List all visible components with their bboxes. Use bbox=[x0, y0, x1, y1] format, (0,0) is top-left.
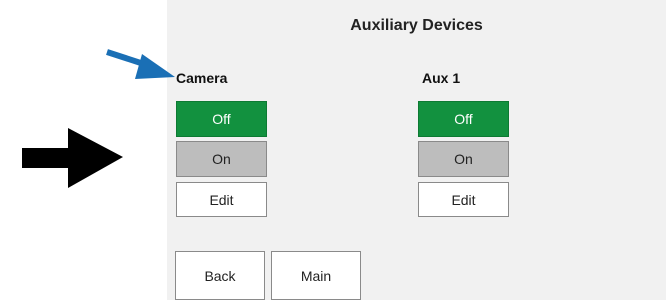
aux1-edit-button[interactable]: Edit bbox=[418, 182, 509, 217]
camera-label: Camera bbox=[176, 70, 228, 86]
aux1-label: Aux 1 bbox=[422, 70, 461, 86]
aux1-on-button[interactable]: On bbox=[418, 141, 509, 177]
camera-off-button[interactable]: Off bbox=[176, 101, 267, 137]
page-title: Auxiliary Devices bbox=[350, 17, 483, 34]
back-button[interactable]: Back bbox=[175, 251, 265, 300]
aux1-off-button[interactable]: Off bbox=[418, 101, 509, 137]
blue-arrow-icon bbox=[106, 49, 175, 79]
camera-edit-button[interactable]: Edit bbox=[176, 182, 267, 217]
main-button[interactable]: Main bbox=[271, 251, 361, 300]
black-arrow-icon bbox=[22, 128, 123, 188]
camera-on-button[interactable]: On bbox=[176, 141, 267, 177]
